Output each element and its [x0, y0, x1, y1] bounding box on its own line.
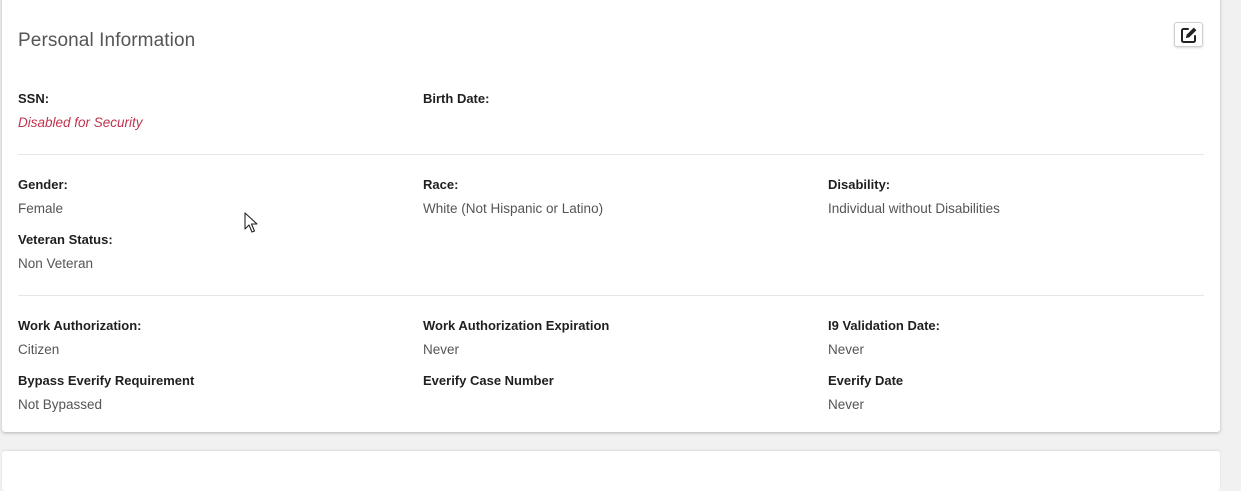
edit-icon [1180, 27, 1196, 43]
work-authorization-label: Work Authorization: [18, 318, 142, 333]
work-authorization-expiration-label: Work Authorization Expiration [423, 318, 610, 333]
edit-button[interactable] [1174, 22, 1203, 47]
gender-label: Gender: [18, 177, 68, 192]
veteran-status-label: Veteran Status: [18, 232, 113, 247]
ssn-label: SSN: [18, 91, 50, 106]
divider [18, 295, 1204, 296]
race-value: White (Not Hispanic or Latino) [423, 201, 604, 216]
birth-date-label: Birth Date: [423, 91, 490, 106]
i9-validation-date-value: Never [828, 342, 865, 357]
ssn-value: Disabled for Security [18, 115, 143, 130]
everify-date-label: Everify Date [828, 373, 904, 388]
everify-date-value: Never [828, 397, 865, 412]
section-title: Personal Information [18, 30, 196, 51]
disability-label: Disability: [828, 177, 891, 192]
disability-value: Individual without Disabilities [828, 201, 1000, 216]
personal-information-card: Personal Information SSN: Disabled for S… [2, 0, 1220, 432]
work-authorization-expiration-value: Never [423, 342, 460, 357]
gender-value: Female [18, 201, 64, 216]
veteran-status-value: Non Veteran [18, 256, 94, 271]
divider [18, 154, 1204, 155]
bypass-everify-label: Bypass Everify Requirement [18, 373, 195, 388]
bypass-everify-value: Not Bypassed [18, 397, 103, 412]
next-card [2, 451, 1220, 491]
everify-case-number-label: Everify Case Number [423, 373, 554, 388]
race-label: Race: [423, 177, 459, 192]
mouse-pointer-icon [244, 212, 258, 233]
work-authorization-value: Citizen [18, 342, 60, 357]
i9-validation-date-label: I9 Validation Date: [828, 318, 940, 333]
